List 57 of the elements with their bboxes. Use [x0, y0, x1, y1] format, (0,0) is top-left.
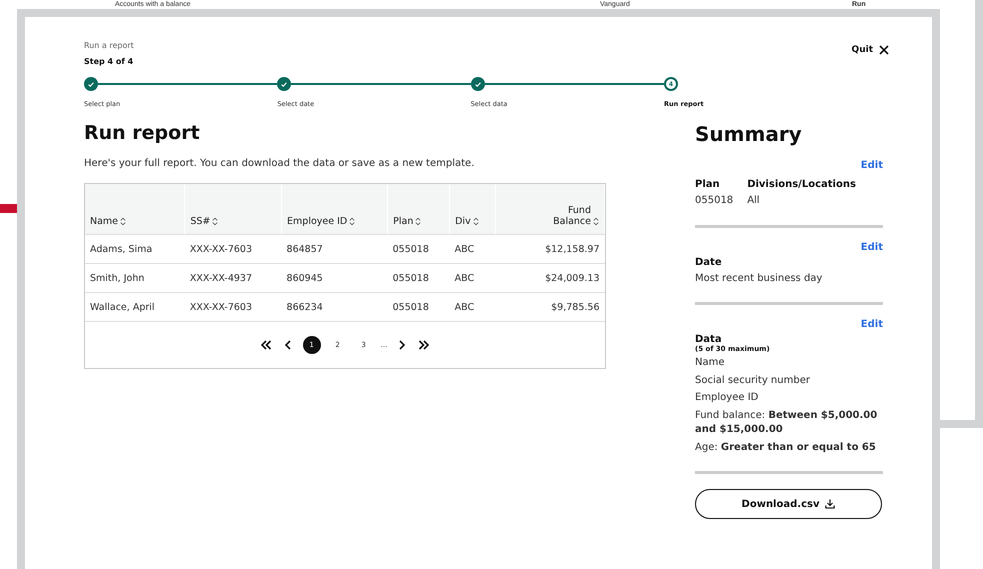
- table-cell: $9,785.56: [496, 292, 604, 322]
- table-cell: Adams, Sima: [85, 234, 185, 264]
- section-heading: Data: [695, 334, 723, 345]
- section-heading: Date: [695, 256, 723, 268]
- table-cell: $24,009.13: [496, 264, 604, 292]
- sort-icon: [349, 217, 356, 226]
- summary-text: Age: Greater than or equal to 65: [695, 440, 877, 454]
- table-cell: Smith, John: [85, 264, 185, 292]
- table-cell: XXX-XX-7603: [184, 292, 282, 322]
- field-label: Divisions/Locations: [747, 179, 856, 190]
- column-header[interactable]: Fund Balance: [496, 184, 604, 234]
- table-cell: ABC: [450, 264, 496, 292]
- first-page-icon[interactable]: [258, 338, 273, 352]
- summary-text: Social security number: [695, 374, 811, 388]
- table-cell: XXX-XX-4937: [184, 264, 282, 292]
- table-cell: 055018: [388, 292, 450, 322]
- table-cell: 055018: [388, 264, 450, 292]
- summary-text: Name: [695, 356, 726, 370]
- table-cell: 055018: [388, 234, 450, 264]
- summary-text: Employee ID: [695, 391, 760, 405]
- quit-button[interactable]: Quit: [852, 43, 889, 57]
- table-cell: ABC: [450, 234, 496, 264]
- column-header[interactable]: Plan: [388, 184, 450, 234]
- column-header[interactable]: Name: [85, 184, 185, 234]
- edit-link[interactable]: Edit: [860, 160, 883, 171]
- page-title: Run report: [84, 122, 201, 144]
- table-cell: 866234: [282, 292, 388, 322]
- summary-text: Fund balance: Between $5,000.00 and $15,000.00: [695, 408, 878, 437]
- table-cell: ABC: [450, 292, 496, 322]
- field-value: All: [747, 194, 761, 208]
- column-header[interactable]: SS#: [184, 184, 282, 234]
- sort-icon: [212, 217, 218, 226]
- intro-text: Here's your full report. You can download the data or save as a new template.: [84, 158, 476, 169]
- table-cell: $12,158.97: [496, 234, 604, 264]
- column-header[interactable]: Employee ID: [282, 184, 388, 234]
- table-cell: 860945: [282, 264, 388, 292]
- download-button[interactable]: Download.csv: [695, 489, 882, 519]
- table-cell: XXX-XX-7603: [184, 234, 282, 264]
- summary-text: Most recent business day: [695, 272, 824, 286]
- table-cell: Wallace, April: [85, 292, 185, 322]
- step-counter: Step 4 of 4: [84, 57, 134, 66]
- sort-icon: [415, 217, 422, 226]
- field-value: 055018: [695, 194, 734, 208]
- breadcrumb: Run a report: [84, 41, 134, 50]
- last-page-icon[interactable]: [417, 338, 432, 352]
- sort-icon: [120, 217, 126, 226]
- table-cell: 864857: [282, 234, 388, 264]
- download-icon: [825, 499, 836, 509]
- edit-link[interactable]: Edit: [860, 242, 883, 252]
- edit-link[interactable]: Edit: [860, 319, 883, 330]
- sort-icon: [472, 217, 479, 226]
- page-accent-bar: [0, 204, 17, 213]
- field-label: Plan: [695, 179, 721, 190]
- column-header[interactable]: Div: [450, 184, 496, 234]
- close-icon: [879, 45, 889, 55]
- sort-icon: [593, 217, 599, 226]
- summary-title: Summary: [695, 122, 803, 146]
